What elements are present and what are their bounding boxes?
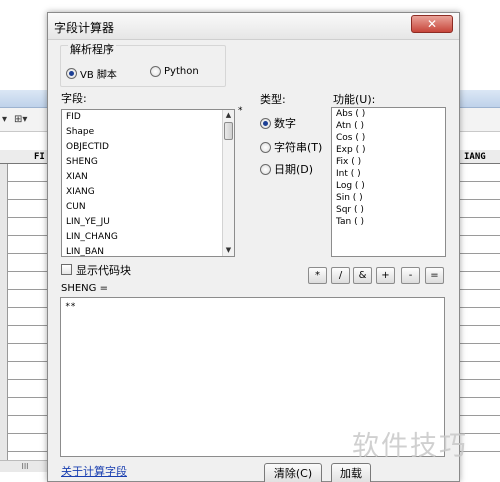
string-label: 字符串(T) [274,141,323,154]
function-item[interactable]: Log ( ) [332,180,445,192]
field-calculator-dialog: 字段计算器 ✕ 解析程序 VB 脚本 Python 字段: FID Shape … [47,12,460,482]
type-option-number[interactable]: 数字 [260,115,296,131]
sort-marker[interactable]: * [238,106,243,116]
function-item[interactable]: Abs ( ) [332,108,445,120]
table-rows-right [460,164,500,464]
vbscript-radio[interactable] [66,68,77,79]
field-item[interactable]: Shape [62,125,234,140]
field-item[interactable]: LIN_YE_JU [62,215,234,230]
function-item[interactable]: Atn ( ) [332,120,445,132]
column-header-fid[interactable]: FI [0,150,50,164]
python-radio[interactable] [150,66,161,77]
function-item[interactable]: Sin ( ) [332,192,445,204]
python-label: Python [164,66,199,77]
fields-label: 字段: [61,92,87,105]
toolbar-dropdown-icon[interactable]: ▾ [2,112,7,128]
field-item[interactable]: LIN_BAN [62,245,234,256]
function-item[interactable]: Int ( ) [332,168,445,180]
function-item[interactable]: Sqr ( ) [332,204,445,216]
dialog-title: 字段计算器 [54,21,115,35]
field-item[interactable]: SHENG [62,155,234,170]
about-calculate-field-link[interactable]: 关于计算字段 [61,463,127,479]
function-item[interactable]: Cos ( ) [332,132,445,144]
clear-button[interactable]: 清除(C) [264,463,322,482]
parser-group-title: 解析程序 [68,41,116,57]
horizontal-scrollbar[interactable]: III [0,460,50,472]
table-title-band-right [460,90,500,108]
table-options-icon[interactable]: ⊞▾ [14,112,27,128]
parser-group: 解析程序 VB 脚本 Python [60,41,226,87]
parser-option-python[interactable]: Python [150,66,199,77]
vbscript-label: VB 脚本 [80,70,117,81]
date-label: 日期(D) [274,163,314,176]
table-title-band [0,90,50,108]
table-toolbar: ▾ ⊞▾ [0,108,50,132]
function-item[interactable]: Tan ( ) [332,216,445,228]
type-option-string[interactable]: 字符串(T) [260,139,322,155]
watermark-text: 软件技巧 [352,431,468,462]
operator-plus-button[interactable]: + [376,267,395,284]
parser-option-vbscript[interactable]: VB 脚本 [66,66,117,81]
expression-label: SHENG = [61,283,108,294]
operator-equals-button[interactable]: = [425,267,444,284]
dialog-titlebar[interactable]: 字段计算器 ✕ [48,13,459,40]
show-codeblock-label: 显示代码块 [76,264,131,277]
field-item[interactable]: FID [62,110,234,125]
column-header-xiang[interactable]: IANG [460,150,500,164]
fields-listbox[interactable]: FID Shape OBJECTID SHENG XIAN XIANG CUN … [61,109,235,257]
operator-multiply-button[interactable]: * [308,267,327,284]
row-selector-column[interactable] [0,164,8,464]
load-button[interactable]: 加载 [331,463,371,482]
field-item[interactable]: OBJECTID [62,140,234,155]
number-label: 数字 [274,117,296,130]
scroll-down-icon[interactable]: ▼ [223,245,234,256]
operator-concat-button[interactable]: & [353,267,372,284]
operator-divide-button[interactable]: / [331,267,350,284]
attribute-table-background: ▾ ⊞▾ FI III [0,90,50,482]
function-item[interactable]: Exp ( ) [332,144,445,156]
type-label: 类型: [260,93,286,106]
scroll-thumb[interactable] [224,122,233,140]
fields-scrollbar[interactable]: ▲ ▼ [222,110,234,256]
date-radio[interactable] [260,163,271,175]
functions-label: 功能(U): [333,93,376,106]
close-button[interactable]: ✕ [411,15,453,33]
string-radio[interactable] [260,141,271,153]
function-item[interactable]: Fix ( ) [332,156,445,168]
field-item[interactable]: LIN_CHANG [62,230,234,245]
number-radio[interactable] [260,117,271,129]
show-codeblock-checkbox[interactable] [61,264,72,275]
functions-listbox[interactable]: Abs ( ) Atn ( ) Cos ( ) Exp ( ) Fix ( ) … [331,107,446,257]
field-item[interactable]: XIANG [62,185,234,200]
scroll-up-icon[interactable]: ▲ [223,110,234,121]
operator-minus-button[interactable]: - [401,267,420,284]
type-option-date[interactable]: 日期(D) [260,161,313,177]
field-item[interactable]: CUN [62,200,234,215]
field-item[interactable]: XIAN [62,170,234,185]
table-toolbar-right [460,108,500,132]
